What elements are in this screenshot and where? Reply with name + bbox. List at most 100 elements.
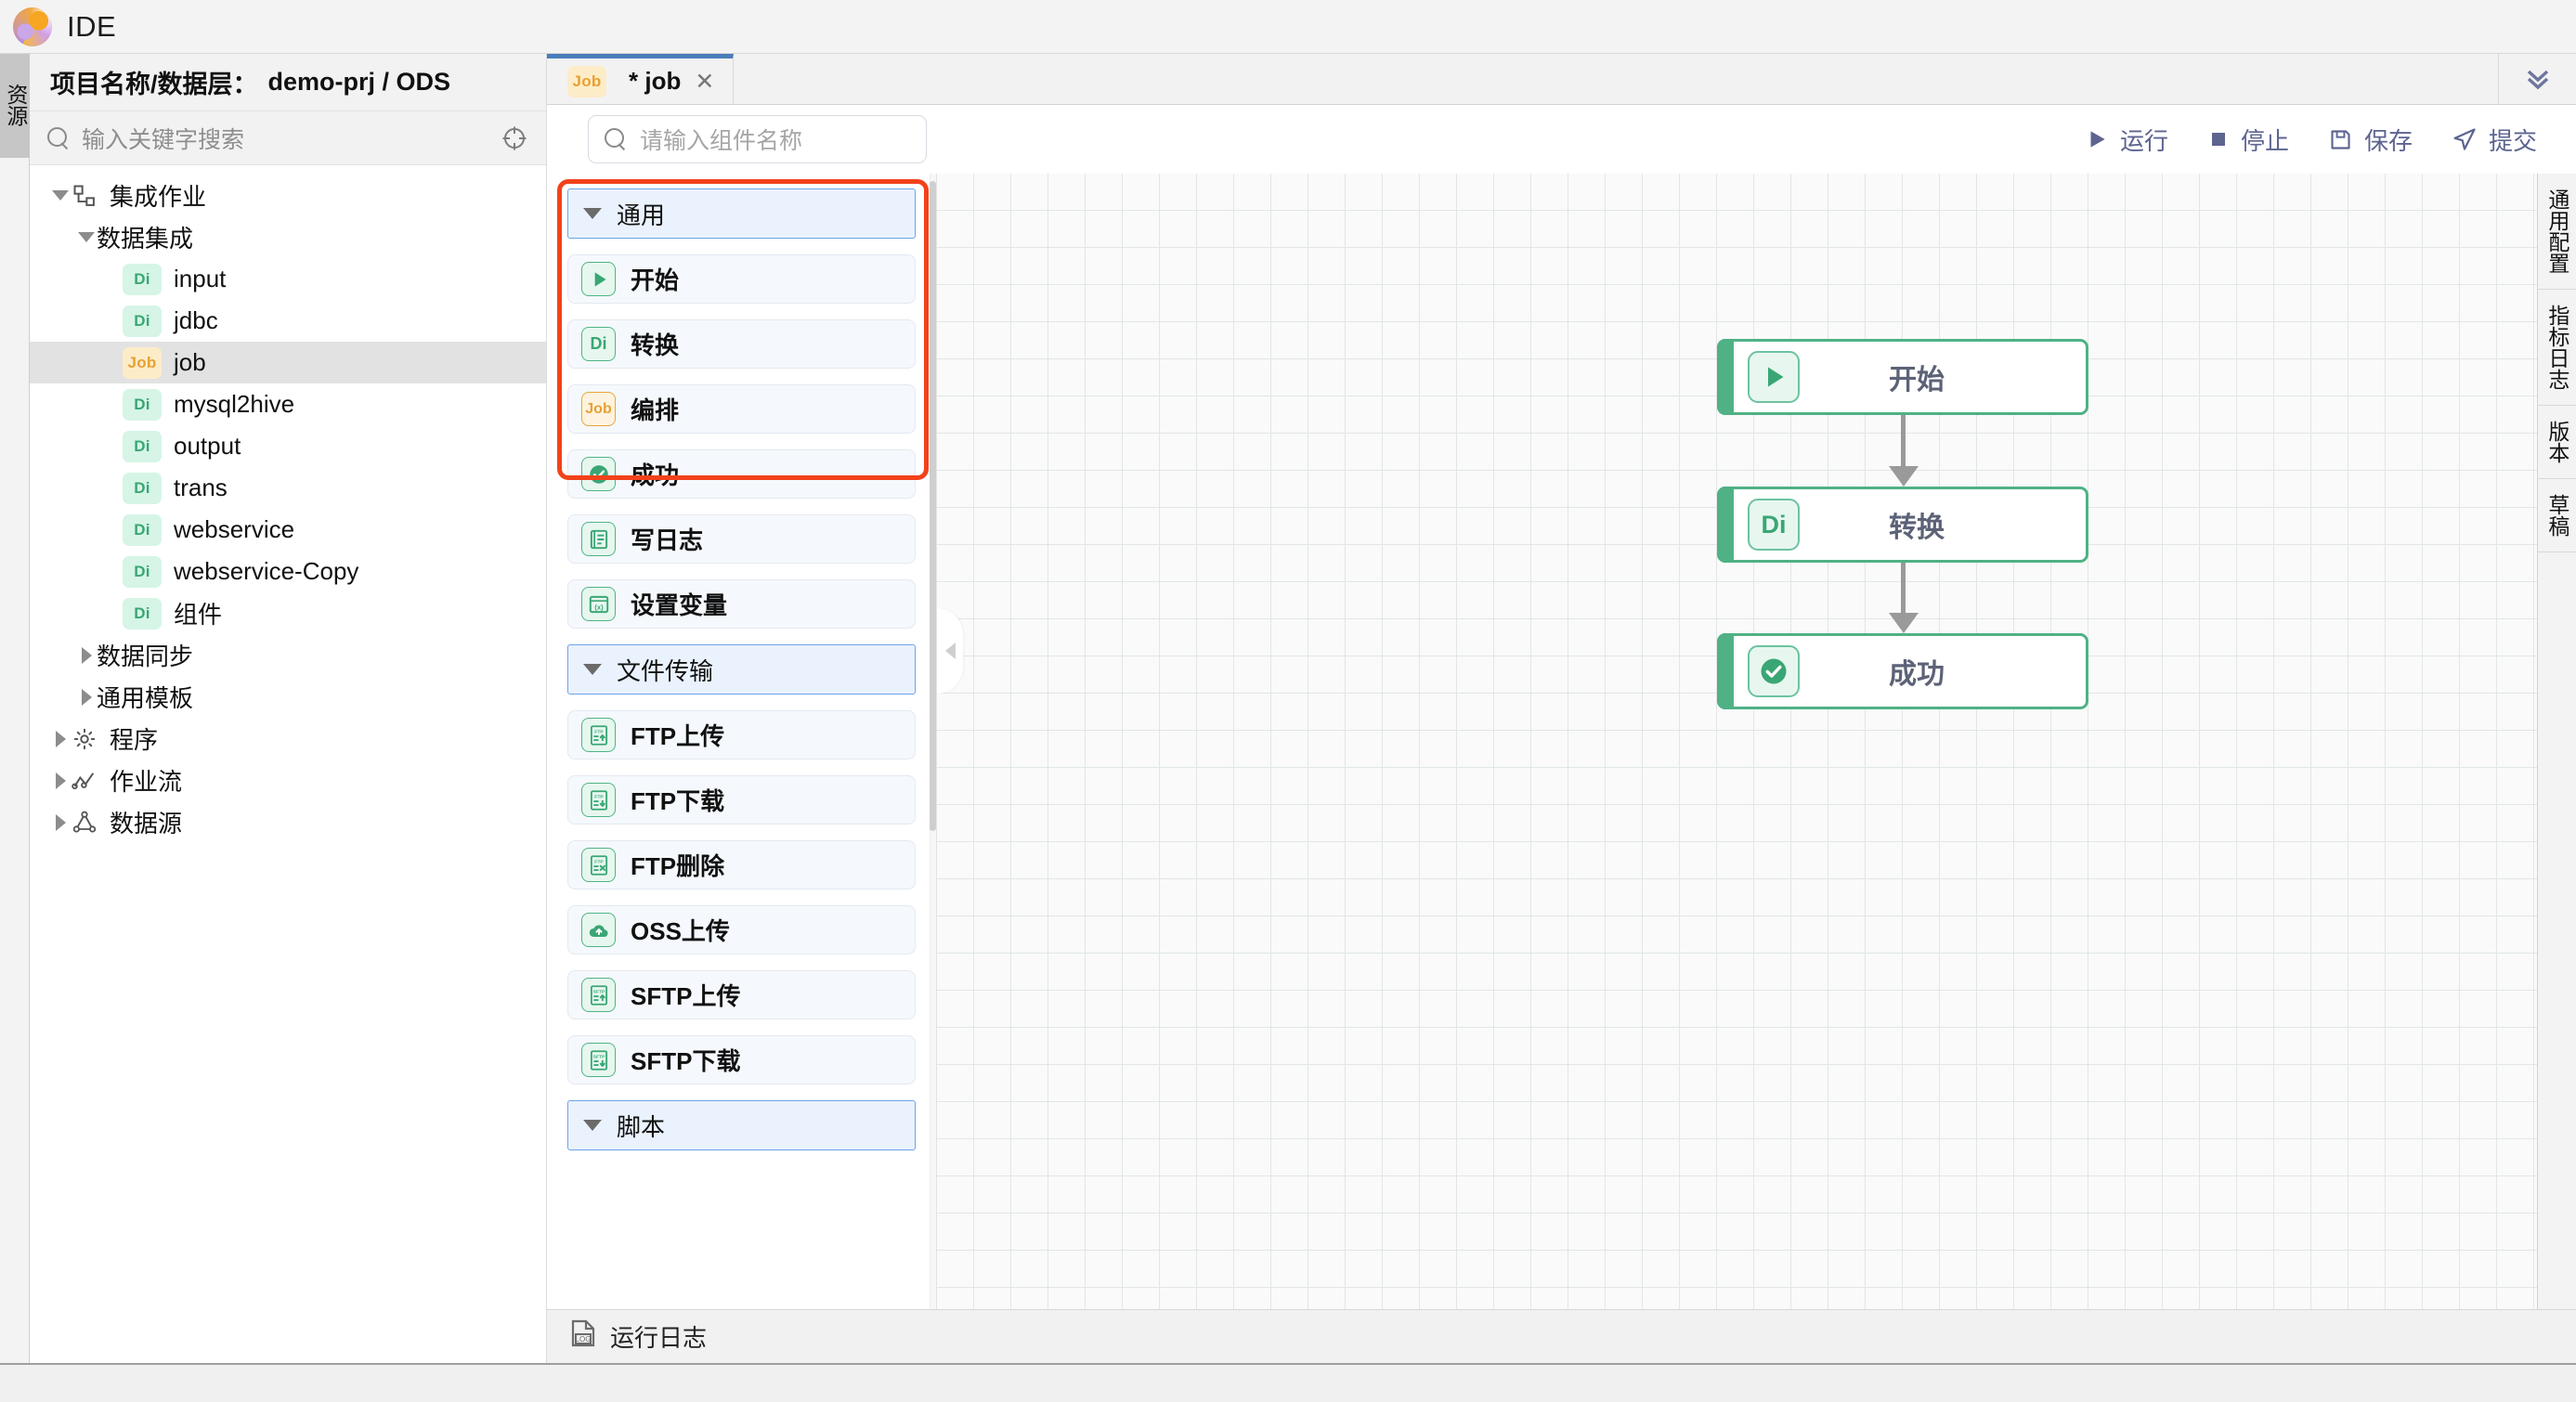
toolbar-运行-button[interactable]: 运行 [2085, 123, 2168, 157]
tree-item-组件[interactable]: Di 组件 [30, 592, 546, 634]
tree-item-label: mysql2hive [174, 390, 295, 418]
chevron-right-icon[interactable] [76, 688, 97, 706]
tree-item-数据集成[interactable]: 数据集成 [30, 216, 546, 258]
flow-canvas[interactable]: 开始 Di 转换成功 [937, 174, 2537, 1309]
right-tab-指标日志[interactable]: 指标日志 [2538, 290, 2576, 406]
right-tab-通用配置[interactable]: 通用配置 [2538, 174, 2576, 290]
palette-item-写日志[interactable]: 写日志 [567, 514, 916, 564]
palette-item-FTP上传[interactable]: FTP FTP上传 [567, 710, 916, 759]
tree-item-数据同步[interactable]: 数据同步 [30, 634, 546, 676]
tree-item-label: job [174, 348, 206, 376]
palette-item-FTP下载[interactable]: FTP FTP下载 [567, 775, 916, 824]
project-label: 项目名称/数据层： [50, 71, 258, 98]
canvas-edge[interactable] [1901, 415, 1906, 470]
toolbar-提交-button[interactable]: 提交 [2452, 123, 2537, 157]
tree-item-output[interactable]: Di output [30, 425, 546, 467]
canvas-edge-arrowhead [1889, 613, 1919, 633]
tree-item-webservice[interactable]: Di webservice [30, 509, 546, 551]
tree-item-job[interactable]: Job job [30, 342, 546, 383]
svg-text:FTP: FTP [594, 859, 604, 864]
tree-item-input[interactable]: Di input [30, 258, 546, 300]
palette-item-转换[interactable]: Di 转换 [567, 319, 916, 369]
chevron-right-icon[interactable] [50, 730, 71, 747]
toolbar-action-label: 运行 [2119, 126, 2168, 155]
palette-item-成功[interactable]: 成功 [567, 449, 916, 499]
tree-badge-di: Di [123, 472, 162, 504]
palette-item-label: FTP删除 [631, 852, 725, 880]
resource-search-row[interactable]: 输入关键字搜索 [30, 111, 546, 165]
canvas-node-label: 转换 [1889, 513, 1945, 543]
palette-item-开始[interactable]: 开始 [567, 254, 916, 304]
toolbar-保存-button[interactable]: 保存 [2328, 123, 2413, 157]
close-icon[interactable]: ✕ [695, 68, 714, 96]
right-tab-版本[interactable]: 版本 [2538, 406, 2576, 479]
chevron-right-icon[interactable] [50, 813, 71, 831]
tree-item-通用模板[interactable]: 通用模板 [30, 676, 546, 718]
palette-group-文件传输[interactable]: 文件传输 [567, 644, 916, 695]
palette-item-设置变量[interactable]: (x) 设置变量 [567, 579, 916, 629]
chevron-down-icon[interactable] [76, 232, 97, 242]
chevron-left-icon [944, 643, 956, 659]
run-log-label: 运行日志 [610, 1324, 708, 1352]
palette-scrollbar-track[interactable] [930, 174, 936, 1309]
palette-group-label: 文件传输 [617, 656, 714, 685]
editor-column: Job * job ✕ 请输入组件名称 运行 停止 保存 提交 通用 开始 Di… [547, 54, 2576, 1363]
canvas-node-开始[interactable]: 开始 [1717, 339, 2088, 415]
chevron-down-icon[interactable] [568, 1120, 617, 1131]
chevron-down-icon[interactable] [50, 190, 71, 201]
tree-item-程序[interactable]: 程序 [30, 718, 546, 759]
check-circle-icon [1748, 645, 1800, 697]
tree-item-webservice-Copy[interactable]: Di webservice-Copy [30, 551, 546, 592]
component-search-box[interactable]: 请输入组件名称 [588, 115, 927, 163]
palette-item-label: FTP下载 [631, 787, 725, 815]
palette-group-脚本[interactable]: 脚本 [567, 1100, 916, 1150]
search-icon [604, 127, 628, 151]
svg-text:SFTP: SFTP [592, 1054, 605, 1059]
component-search-input[interactable]: 请输入组件名称 [640, 123, 802, 156]
palette-item-SFTP下载[interactable]: SFTP SFTP下载 [567, 1035, 916, 1084]
tree-item-集成作业[interactable]: 集成作业 [30, 175, 546, 216]
toolbar-action-label: 提交 [2488, 126, 2537, 155]
tree-badge-di: Di [123, 555, 162, 588]
palette-item-OSS上传[interactable]: OSS上传 [567, 905, 916, 954]
palette-item-编排[interactable]: Job 编排 [567, 384, 916, 434]
tree-item-mysql2hive[interactable]: Di mysql2hive [30, 383, 546, 425]
palette-collapse-handle[interactable] [937, 608, 963, 694]
canvas-node-转换[interactable]: Di 转换 [1717, 487, 2088, 563]
chevron-right-icon[interactable] [76, 646, 97, 664]
target-locate-icon[interactable] [501, 125, 527, 151]
tree-item-数据源[interactable]: 数据源 [30, 801, 546, 843]
palette-scrollbar-thumb[interactable] [930, 181, 936, 831]
right-tab-草稿[interactable]: 草稿 [2538, 479, 2576, 552]
tree-item-trans[interactable]: Di trans [30, 467, 546, 509]
sftp-download-icon: SFTP [581, 1043, 616, 1077]
canvas-edge[interactable] [1901, 563, 1906, 617]
left-rail: 资源 [0, 54, 30, 1363]
chevron-down-icon[interactable] [568, 664, 617, 675]
toolbar-action-label: 停止 [2240, 126, 2289, 155]
tree-item-label: trans [174, 474, 228, 501]
tree-item-label: 通用模板 [97, 684, 194, 712]
chevron-double-down-icon[interactable] [2498, 54, 2576, 104]
palette-item-SFTP上传[interactable]: SFTP SFTP上传 [567, 970, 916, 1019]
toolbar-停止-button[interactable]: 停止 [2207, 123, 2289, 157]
app-title: IDE [67, 9, 117, 43]
tree-item-jdbc[interactable]: Di jdbc [30, 300, 546, 342]
tree-item-作业流[interactable]: 作业流 [30, 759, 546, 801]
app-titlebar: IDE [0, 0, 2576, 54]
editor-tab-job[interactable]: Job * job ✕ [547, 54, 735, 104]
di-icon: Di [581, 327, 616, 361]
palette-group-通用[interactable]: 通用 [567, 188, 916, 239]
canvas-node-成功[interactable]: 成功 [1717, 633, 2088, 709]
log-file-icon: LOG [569, 1318, 597, 1355]
palette-item-FTP删除[interactable]: FTP FTP删除 [567, 840, 916, 889]
chevron-right-icon[interactable] [50, 772, 71, 789]
app-window: IDE 资源 项目名称/数据层： demo-prj / ODS 输入关键字搜索 [0, 0, 2576, 1402]
run-log-bar[interactable]: LOG 运行日志 [547, 1309, 2576, 1363]
rail-tab-resources[interactable]: 资源 [0, 54, 30, 158]
tabstrip-empty-area [734, 54, 2498, 104]
chevron-down-icon[interactable] [568, 208, 617, 219]
datasource-icon [71, 809, 98, 837]
editor-pane: Job * job ✕ 请输入组件名称 运行 停止 保存 提交 通用 开始 Di… [547, 54, 2576, 1363]
search-input[interactable]: 输入关键字搜索 [82, 122, 490, 155]
